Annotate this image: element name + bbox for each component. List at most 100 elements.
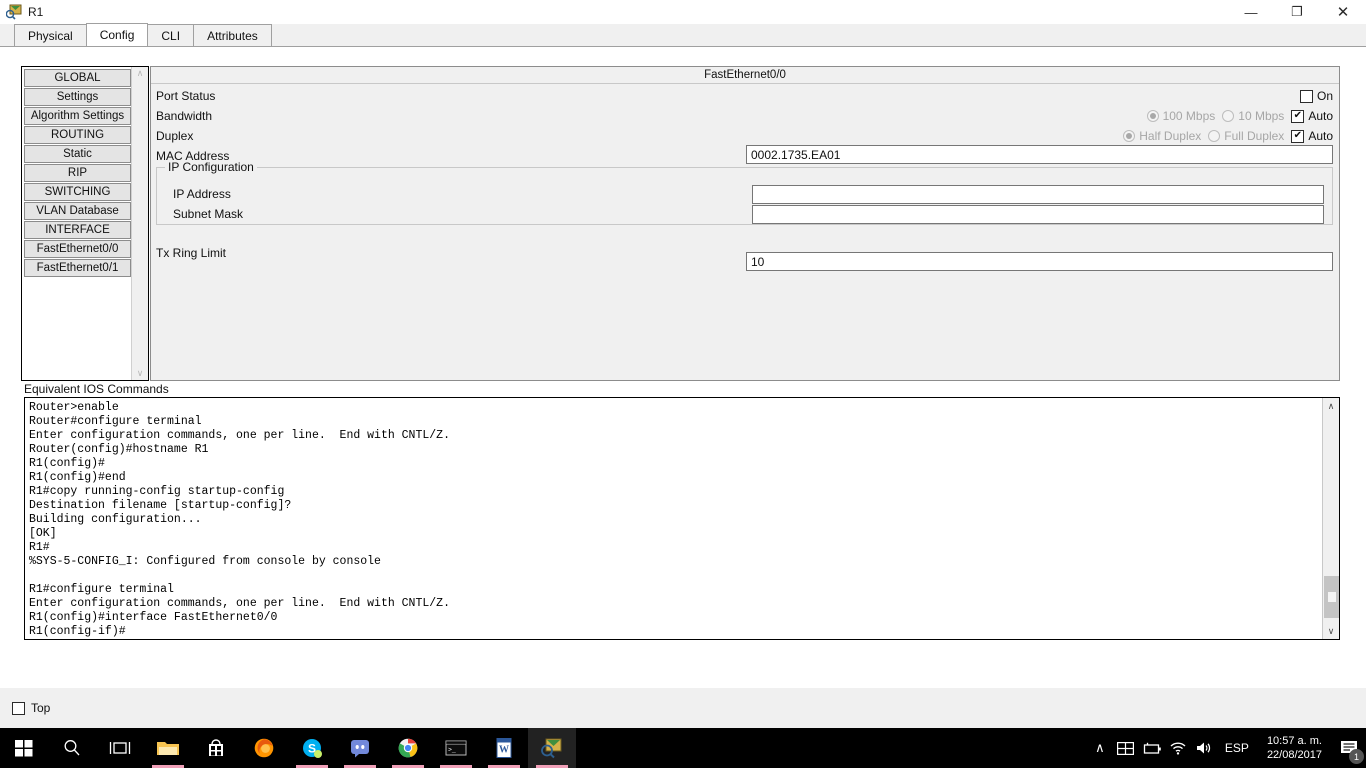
top-checkbox[interactable]: [12, 701, 25, 715]
maximize-button[interactable]: ❐: [1274, 0, 1320, 24]
duplex-label: Duplex: [156, 129, 194, 143]
action-center-panel-icon[interactable]: [1113, 728, 1139, 768]
sidebar-item-interface[interactable]: INTERFACE: [24, 221, 131, 239]
packet-tracer-icon[interactable]: [528, 728, 576, 768]
ios-commands-text[interactable]: Router>enable Router#configure terminal …: [25, 398, 1322, 639]
file-explorer-icon[interactable]: [144, 728, 192, 768]
command-prompt-icon[interactable]: >_: [432, 728, 480, 768]
sidebar-item-settings[interactable]: Settings: [24, 88, 131, 106]
tx-ring-limit-input[interactable]: 10: [746, 252, 1333, 271]
tab-attributes[interactable]: Attributes: [193, 24, 272, 46]
duplex-auto-control[interactable]: Auto: [1291, 129, 1333, 143]
sidebar-item-vlan-database[interactable]: VLAN Database: [24, 202, 131, 220]
ios-commands-console: Router>enable Router#configure terminal …: [24, 397, 1340, 640]
taskbar-clock[interactable]: 10:57 a. m. 22/08/2017: [1257, 734, 1332, 762]
duplex-half-radio[interactable]: [1123, 130, 1136, 142]
equivalent-ios-commands-label: Equivalent IOS Commands: [24, 382, 169, 396]
duplex-full-label: Full Duplex: [1224, 129, 1285, 143]
window-title-bar: R1 — ❐ ✕: [0, 0, 1366, 24]
sidebar-scrollbar[interactable]: ∧ ∨: [131, 67, 148, 380]
chrome-icon[interactable]: [384, 728, 432, 768]
port-status-on-control[interactable]: On: [1299, 89, 1333, 103]
bandwidth-row: Bandwidth 100 Mbps 10 Mbps Auto: [151, 106, 1339, 126]
top-label: Top: [31, 701, 51, 715]
search-icon[interactable]: [48, 728, 96, 768]
bandwidth-controls: 100 Mbps 10 Mbps Auto: [1146, 106, 1333, 126]
bandwidth-auto-checkbox[interactable]: [1291, 109, 1305, 123]
tx-ring-limit-label: Tx Ring Limit: [156, 246, 227, 260]
duplex-full-control[interactable]: Full Duplex: [1208, 129, 1284, 143]
ip-address-input[interactable]: [752, 185, 1324, 204]
duplex-half-label: Half Duplex: [1139, 129, 1202, 143]
discord-icon[interactable]: [336, 728, 384, 768]
wifi-icon[interactable]: [1165, 728, 1191, 768]
panel-title: FastEthernet0/0: [151, 67, 1339, 84]
language-indicator[interactable]: ESP: [1217, 741, 1257, 755]
svg-text:>_: >_: [448, 747, 456, 754]
sidebar-item-fastethernet0-0[interactable]: FastEthernet0/0: [24, 240, 131, 258]
port-status-label: Port Status: [156, 89, 216, 103]
sidebar-item-routing[interactable]: ROUTING: [24, 126, 131, 144]
chevron-up-icon[interactable]: ∧: [137, 67, 144, 80]
chevron-up-icon[interactable]: ∧: [1323, 398, 1339, 414]
microsoft-store-icon[interactable]: [192, 728, 240, 768]
sidebar-item-algorithm-settings[interactable]: Algorithm Settings: [24, 107, 131, 125]
duplex-full-radio[interactable]: [1208, 130, 1221, 142]
interface-config-panel: FastEthernet0/0 Port Status On Bandwidth…: [150, 66, 1340, 381]
scrollbar-grip: [1328, 592, 1336, 602]
skype-icon[interactable]: S: [288, 728, 336, 768]
bandwidth-label: Bandwidth: [156, 109, 213, 123]
clock-time: 10:57 a. m.: [1266, 735, 1322, 747]
bandwidth-10mbps-control[interactable]: 10 Mbps: [1222, 109, 1284, 123]
duplex-half-control[interactable]: Half Duplex: [1123, 129, 1201, 143]
mac-address-input[interactable]: 0002.1735.EA01: [746, 145, 1333, 164]
firefox-icon[interactable]: [240, 728, 288, 768]
notifications-button[interactable]: 1: [1332, 728, 1366, 768]
show-hidden-icons-chevron-icon[interactable]: ∧: [1087, 728, 1113, 768]
window-bottom-bar: Top: [0, 688, 1366, 728]
scrollbar-thumb[interactable]: [1324, 576, 1339, 618]
config-tab-content: GLOBAL Settings Algorithm Settings ROUTI…: [0, 48, 1366, 728]
window-controls: — ❐ ✕: [1228, 0, 1366, 24]
subnet-mask-label: Subnet Mask: [173, 207, 244, 221]
config-sidebar: GLOBAL Settings Algorithm Settings ROUTI…: [21, 66, 149, 381]
svg-text:W: W: [499, 745, 509, 756]
tab-physical[interactable]: Physical: [14, 24, 87, 46]
bandwidth-100mbps-radio[interactable]: [1146, 110, 1159, 122]
chevron-down-icon[interactable]: ∨: [137, 367, 144, 380]
subnet-mask-input[interactable]: [752, 205, 1324, 224]
sidebar-item-switching[interactable]: SWITCHING: [24, 183, 131, 201]
ip-address-label: IP Address: [173, 187, 231, 201]
sidebar-item-global[interactable]: GLOBAL: [24, 69, 131, 87]
ip-configuration-title: IP Configuration: [165, 160, 257, 174]
close-button[interactable]: ✕: [1320, 0, 1366, 24]
task-view-icon[interactable]: [96, 728, 144, 768]
bandwidth-auto-control[interactable]: Auto: [1291, 109, 1333, 123]
notification-count-badge: 1: [1349, 749, 1364, 764]
tab-config[interactable]: Config: [85, 23, 149, 46]
port-status-on-checkbox[interactable]: [1299, 89, 1313, 103]
sidebar-item-static[interactable]: Static: [24, 145, 131, 163]
chevron-down-icon[interactable]: ∨: [1323, 623, 1339, 639]
tab-strip: Physical Config CLI Attributes: [0, 23, 1366, 47]
volume-icon[interactable]: [1191, 728, 1217, 768]
word-icon[interactable]: W: [480, 728, 528, 768]
clock-date: 22/08/2017: [1266, 749, 1322, 761]
sidebar-item-rip[interactable]: RIP: [24, 164, 131, 182]
duplex-row: Duplex Half Duplex Full Duplex Auto: [151, 126, 1339, 146]
bandwidth-10mbps-label: 10 Mbps: [1238, 109, 1285, 123]
bandwidth-10mbps-radio[interactable]: [1222, 110, 1235, 122]
bandwidth-100mbps-control[interactable]: 100 Mbps: [1146, 109, 1216, 123]
packet-tracer-router-icon: [5, 4, 22, 20]
start-button[interactable]: [0, 728, 48, 768]
sidebar-item-fastethernet0-1[interactable]: FastEthernet0/1: [24, 259, 131, 277]
tab-cli[interactable]: CLI: [147, 24, 195, 46]
port-status-on-label: On: [1316, 89, 1333, 103]
window-title: R1: [28, 4, 44, 19]
system-tray: ∧ ESP 10:57 a. m. 22/08/2017 1: [1087, 728, 1366, 768]
duplex-auto-checkbox[interactable]: [1291, 129, 1305, 143]
minimize-button[interactable]: —: [1228, 0, 1274, 24]
bandwidth-100mbps-label: 100 Mbps: [1162, 109, 1216, 123]
console-scrollbar[interactable]: ∧ ∨: [1322, 398, 1339, 639]
battery-icon[interactable]: [1139, 728, 1165, 768]
